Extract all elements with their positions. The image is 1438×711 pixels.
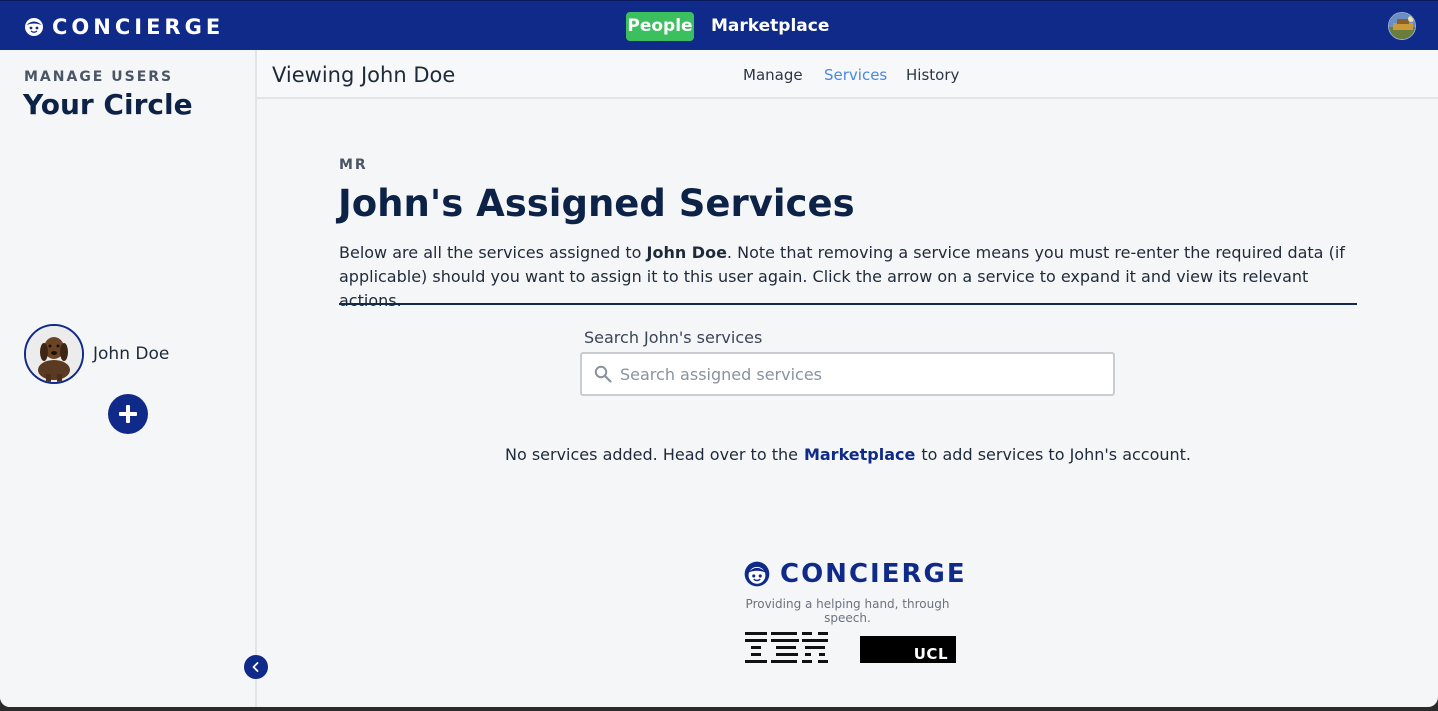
top-navbar: CONCIERGE People Marketplace (0, 0, 1438, 50)
footer-brand-name: CONCIERGE (780, 559, 967, 589)
search-box[interactable] (580, 352, 1115, 396)
app-window: CONCIERGE People Marketplace MANAGE USER… (0, 0, 1438, 707)
tab-services[interactable]: Services (824, 66, 887, 84)
ucl-logo-text: UCL (913, 645, 948, 663)
footer-brand: CONCIERGE (744, 559, 967, 589)
user-avatar (24, 324, 84, 384)
sidebar: MANAGE USERS Your Circle John Doe (0, 50, 257, 707)
search-label: Search John's services (584, 328, 763, 347)
empty-msg-before: No services added. Head over to the (504, 445, 798, 464)
brand-name: CONCIERGE (52, 15, 225, 39)
sidebar-subtitle: MANAGE USERS (24, 69, 174, 85)
brand-logo[interactable]: CONCIERGE (24, 15, 224, 39)
concierge-face-icon (744, 561, 770, 587)
search-input[interactable] (620, 354, 1100, 394)
ibm-logo (745, 632, 828, 663)
nav-marketplace[interactable]: Marketplace (711, 12, 829, 41)
ucl-logo: UCL (860, 636, 956, 663)
plus-icon (119, 405, 137, 423)
tab-history[interactable]: History (906, 66, 959, 84)
desc-before: Below are all the services assigned to (339, 243, 647, 262)
concierge-face-icon (25, 18, 43, 36)
desc-user-name: John Doe (646, 243, 727, 262)
user-prefix: MR (339, 157, 368, 173)
viewing-title: Viewing John Doe (272, 63, 456, 87)
collapse-sidebar-button[interactable] (244, 655, 268, 679)
empty-services-message: No services added. Head over to the Marke… (339, 445, 1357, 464)
sidebar-user-john-doe[interactable]: John Doe (24, 324, 169, 384)
search-icon (594, 365, 612, 383)
dog-photo (26, 326, 82, 382)
footer-tagline: Providing a helping hand, through speech… (745, 597, 950, 625)
tab-manage[interactable]: Manage (743, 66, 803, 84)
account-avatar[interactable] (1388, 12, 1416, 40)
avatar-image (1389, 13, 1415, 39)
section-divider (339, 303, 1357, 305)
user-subheader: Viewing John Doe Manage Services History (257, 50, 1438, 99)
page-title: John's Assigned Services (338, 182, 855, 225)
add-user-button[interactable] (108, 394, 148, 434)
chevron-left-icon (252, 662, 259, 672)
marketplace-link[interactable]: Marketplace (804, 445, 915, 464)
nav-people[interactable]: People (626, 12, 694, 41)
window-bottom-edge (0, 707, 1438, 711)
user-name: John Doe (93, 344, 170, 364)
sidebar-title: Your Circle (23, 88, 193, 121)
empty-msg-after: to add services to John's account. (921, 445, 1192, 464)
